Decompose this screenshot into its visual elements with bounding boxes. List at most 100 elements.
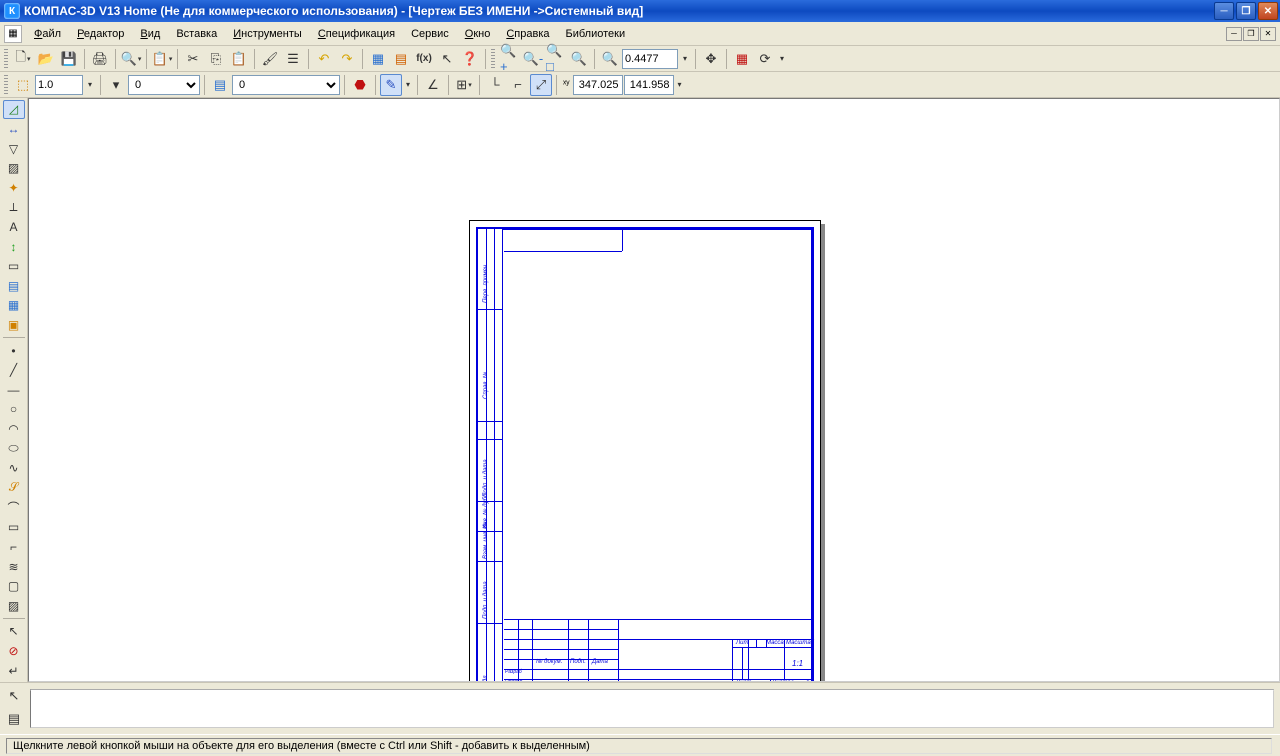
menu-file[interactable]: Файл [26,26,69,42]
cmd-panel-toggle[interactable]: ▤ [3,708,25,730]
coord-y-input[interactable] [624,75,674,95]
format-painter-button[interactable]: 🖌 [259,48,281,70]
toolbar-grip-2[interactable] [4,75,8,95]
zoom-dropdown[interactable]: ▾ [679,48,691,70]
view-more[interactable]: ▾ [777,48,787,70]
text-palette-icon[interactable]: A [3,218,25,237]
state-button[interactable]: ▾ [105,74,127,96]
menu-window[interactable]: Окно [457,26,499,42]
rectangle-tool[interactable]: ▭ [3,518,25,537]
edit-mode-button[interactable]: ✎ [380,74,402,96]
select-palette-icon[interactable]: ▭ [3,257,25,276]
menu-tools[interactable]: Инструменты [225,26,310,42]
refresh-button[interactable]: ⟳ [754,48,776,70]
params-palette-icon[interactable]: ⟂ [3,198,25,217]
polyline-tool[interactable]: ⌐ [3,538,25,557]
copy-button[interactable]: ⎘ [205,48,227,70]
cancel-tool[interactable]: ⊘ [3,642,25,661]
arrow-tool[interactable]: ↖ [3,622,25,641]
point-tool[interactable]: • [3,341,25,360]
preview-button[interactable]: 🔍▾ [120,48,142,70]
coord-x-input[interactable] [573,75,623,95]
paste-button[interactable]: 📋 [228,48,250,70]
open-button[interactable]: 📂 [35,48,57,70]
mdi-restore[interactable]: ❐ [1243,27,1259,41]
cut-button[interactable]: ✂ [182,48,204,70]
maximize-button[interactable]: ❐ [1236,2,1256,20]
zoom-in-button[interactable]: 🔍+ [499,48,521,70]
step-dropdown[interactable]: ▾ [84,74,96,96]
layer-select[interactable]: 0 [232,75,340,95]
zoom-window-button[interactable]: 🔍□ [545,48,567,70]
pan-button[interactable]: ✥ [700,48,722,70]
local-cs-button[interactable]: ⤢ [530,74,552,96]
zoom-scale-button[interactable]: 🔍 [599,48,621,70]
mdi-minimize[interactable]: ─ [1226,27,1242,41]
menu-help[interactable]: Справка [498,26,557,42]
new-button[interactable]: 🗋▾ [12,48,34,70]
state-more[interactable]: ▾ [675,74,685,96]
rect-tool[interactable]: ▢ [3,577,25,596]
views-palette-icon[interactable]: ▣ [3,316,25,335]
equidistant-tool[interactable]: ≋ [3,557,25,576]
edit-palette-icon[interactable]: ✦ [3,178,25,197]
measure-palette-icon[interactable]: ↕ [3,237,25,256]
apply-tool[interactable]: ↵ [3,661,25,680]
help-context-button[interactable]: ❓ [459,48,481,70]
step-input[interactable] [35,75,83,95]
spec-palette-icon[interactable]: ▤ [3,276,25,295]
fillet-tool[interactable]: ⌒ [3,498,25,517]
grid-button[interactable]: ⊞▾ [453,74,475,96]
dimensions-palette-icon[interactable]: ↔ [3,120,25,139]
menu-insert[interactable]: Вставка [168,26,225,42]
edit-mode-drop[interactable]: ▾ [403,74,413,96]
zoom-out-button[interactable]: 🔍- [522,48,544,70]
segment-tool[interactable]: — [3,380,25,399]
arc-tool[interactable]: ◠ [3,420,25,439]
ortho-button[interactable]: └ [484,74,506,96]
minimize-button[interactable]: ─ [1214,2,1234,20]
menu-service[interactable]: Сервис [403,26,457,42]
zoom-prev-button[interactable]: 🔍 [568,48,590,70]
bezier-tool[interactable]: 𝒮 [3,479,25,498]
stop-button[interactable]: ⬣ [349,74,371,96]
library-manager-button[interactable]: ▦ [367,48,389,70]
spline-tool[interactable]: ∿ [3,459,25,478]
mdi-close[interactable]: ✕ [1260,27,1276,41]
circle-tool[interactable]: ○ [3,400,25,419]
geometry-palette-icon[interactable]: ◿ [3,100,25,119]
cmd-arrow-tool[interactable]: ↖ [3,685,25,707]
drawing-canvas[interactable]: № докум. Подп. Дата Разраб Провер Тконтр… [28,98,1280,682]
angle-snap-button[interactable]: ∠ [422,74,444,96]
properties-button[interactable]: 📋▾ [151,48,173,70]
undo-button[interactable]: ↶ [313,48,335,70]
hatch-tool[interactable]: ▨ [3,597,25,616]
toolbar-grip[interactable] [4,49,8,69]
toolbar-grip-view[interactable] [491,49,495,69]
save-button[interactable]: 💾 [58,48,80,70]
layer-button[interactable]: ▤ [209,74,231,96]
control-menu-icon[interactable]: ▦ [4,25,22,43]
reports-palette-icon[interactable]: ▦ [3,296,25,315]
properties-panel-button[interactable]: ☰ [282,48,304,70]
round-button[interactable]: ⌐ [507,74,529,96]
library-button[interactable]: ▤ [390,48,412,70]
menu-spec[interactable]: Спецификация [310,26,403,42]
ellipse-tool[interactable]: ⬭ [3,439,25,458]
variables-button[interactable]: f(x) [413,48,435,70]
redo-button[interactable]: ↷ [336,48,358,70]
zoom-value-input[interactable] [622,49,678,69]
aux-line-tool[interactable]: ╱ [3,361,25,380]
menu-libraries[interactable]: Библиотеки [558,26,634,42]
close-button[interactable]: ✕ [1258,2,1278,20]
menu-view[interactable]: Вид [132,26,168,42]
symbols-palette-icon[interactable]: ▽ [3,139,25,158]
rebuild-button[interactable]: ▦ [731,48,753,70]
hatch-palette-icon[interactable]: ▨ [3,159,25,178]
snap-button[interactable]: ⬚ [12,74,34,96]
cursor-button[interactable]: ↖ [436,48,458,70]
state-select[interactable]: 0 [128,75,200,95]
menu-edit[interactable]: Редактор [69,26,132,42]
print-button[interactable]: 🖨 [89,48,111,70]
command-input[interactable] [30,689,1274,728]
